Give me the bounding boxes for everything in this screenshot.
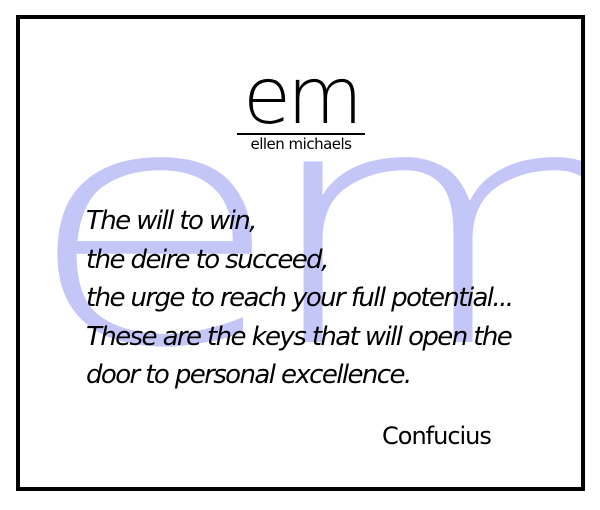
poster-frame: em em ellen michaels The will to win, th…: [16, 15, 585, 491]
quote-line: the urge to reach your full potential...: [86, 283, 514, 313]
logo-name: ellen michaels: [250, 135, 352, 153]
quote-line: the deire to succeed,: [86, 244, 329, 275]
quote-line: The will to win,: [86, 206, 257, 236]
logo-mark: em: [243, 52, 363, 142]
quote-author: Confucius: [382, 422, 492, 450]
quote-line: These are the keys that will open the: [86, 321, 513, 352]
quote-line: door to personal excellence.: [86, 360, 412, 390]
brand-logo: em ellen michaels: [216, 52, 386, 153]
quote-text: The will to win, the deire to succeed, t…: [86, 202, 514, 395]
